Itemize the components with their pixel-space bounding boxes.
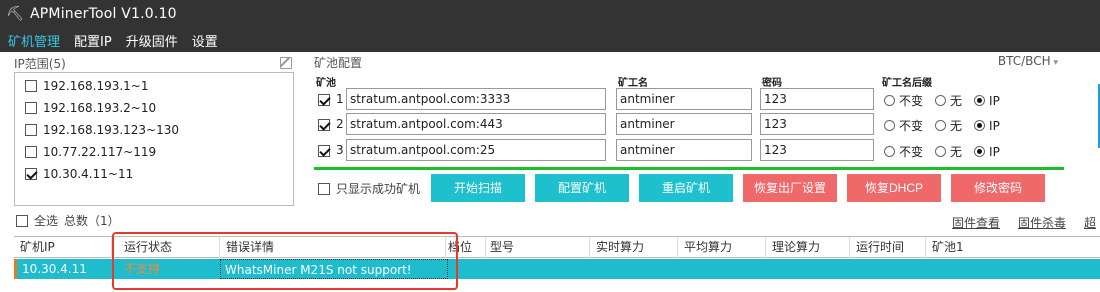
- ip-range-item[interactable]: 192.168.193.1~1: [15, 75, 293, 97]
- only-success-toggle[interactable]: 只显示成功矿机: [318, 180, 420, 197]
- col-header-avg-hashrate[interactable]: 平均算力: [678, 237, 766, 258]
- suffix-radio-group: 不变 无 IP: [884, 117, 1012, 134]
- firmware-check-link[interactable]: 固件查看: [952, 214, 1000, 231]
- app-title: APMinerTool V1.0.10: [30, 6, 177, 22]
- highlight-annotation-box: [112, 232, 458, 290]
- overflow-link[interactable]: 超: [1084, 214, 1096, 231]
- password-input[interactable]: 123: [760, 113, 874, 135]
- radio-unchanged[interactable]: 不变: [884, 143, 923, 160]
- ip-range-item[interactable]: 192.168.193.2~10: [15, 97, 293, 119]
- pool-config-header: 矿池配置 BTC/BCH: [314, 54, 1066, 72]
- worker-name-input[interactable]: antminer: [616, 113, 752, 135]
- coin-select[interactable]: BTC/BCH: [998, 54, 1058, 72]
- pool-url-input[interactable]: stratum.antpool.com:443: [346, 113, 606, 135]
- pool-row: 3 stratum.antpool.com:25 antminer 123 不变…: [316, 139, 1076, 161]
- radio-ip[interactable]: IP: [974, 117, 1000, 134]
- menu-miner-management[interactable]: 矿机管理: [8, 31, 60, 50]
- radio-unchanged[interactable]: 不变: [884, 117, 923, 134]
- radio-ip[interactable]: IP: [974, 92, 1000, 109]
- checkbox[interactable]: [16, 214, 28, 227]
- radio-ip[interactable]: IP: [974, 143, 1000, 160]
- pickaxe-icon: ⛏: [6, 6, 24, 22]
- suffix-radio-group: 不变 无 IP: [884, 92, 1012, 109]
- pool-row: 1 stratum.antpool.com:3333 antminer 123 …: [316, 88, 1076, 110]
- checkbox[interactable]: [25, 146, 37, 158]
- reboot-miner-button[interactable]: 重启矿机: [639, 174, 733, 202]
- worker-name-input[interactable]: antminer: [616, 88, 752, 110]
- worker-name-input[interactable]: antminer: [616, 139, 752, 161]
- ip-range-item[interactable]: 10.77.22.117~119: [15, 141, 293, 163]
- ip-range-item[interactable]: 192.168.193.123~130: [15, 119, 293, 141]
- progress-bar: [314, 167, 1064, 170]
- col-pool-label: 矿池: [316, 78, 336, 89]
- checkbox[interactable]: [25, 124, 37, 136]
- pool-checkbox[interactable]: [318, 145, 330, 157]
- pool-row: 2 stratum.antpool.com:443 antminer 123 不…: [316, 113, 1076, 135]
- pool-config-label: 矿池配置: [314, 56, 363, 70]
- start-scan-button[interactable]: 开始扫描: [431, 174, 525, 202]
- row-marker: [14, 259, 17, 279]
- radio-none[interactable]: 无: [935, 92, 962, 109]
- menu-settings[interactable]: 设置: [192, 31, 218, 50]
- pool-url-input[interactable]: stratum.antpool.com:25: [346, 139, 606, 161]
- menu-upgrade-firmware[interactable]: 升级固件: [126, 31, 178, 50]
- col-header-pool1[interactable]: 矿池1: [926, 237, 1100, 258]
- col-header-model[interactable]: 型号: [484, 237, 590, 258]
- ip-range-item[interactable]: 10.30.4.11~11: [15, 163, 293, 185]
- col-suffix-label: 矿工名后缀: [882, 78, 932, 89]
- title-bar: ⛏ APMinerTool V1.0.10: [0, 0, 1100, 28]
- col-header-theoretical-hashrate[interactable]: 理论算力: [766, 237, 850, 258]
- col-password-label: 密码: [762, 78, 782, 89]
- radio-none[interactable]: 无: [935, 117, 962, 134]
- select-all-toggle[interactable]: 全选 总数（1）: [16, 212, 120, 229]
- col-worker-label: 矿工名: [618, 78, 648, 89]
- restore-dhcp-button[interactable]: 恢复DHCP: [847, 174, 941, 202]
- factory-reset-button[interactable]: 恢复出厂设置: [743, 174, 837, 202]
- ip-range-panel: IP范围(5) 192.168.193.1~1 192.168.193.2~10…: [14, 54, 294, 206]
- pool-checkbox[interactable]: [318, 94, 330, 106]
- ip-range-label: IP范围(5): [14, 56, 66, 71]
- pool-checkbox[interactable]: [318, 119, 330, 131]
- col-header-uptime[interactable]: 运行时间: [850, 237, 926, 258]
- config-miner-button[interactable]: 配置矿机: [535, 174, 629, 202]
- cell-ip: 10.30.4.11: [22, 262, 87, 276]
- firmware-kill-link[interactable]: 固件杀毒: [1018, 214, 1066, 231]
- radio-none[interactable]: 无: [935, 143, 962, 160]
- suffix-radio-group: 不变 无 IP: [884, 143, 1012, 160]
- pool-url-input[interactable]: stratum.antpool.com:3333: [346, 88, 606, 110]
- col-header-realtime-hashrate[interactable]: 实时算力: [590, 237, 678, 258]
- checkbox[interactable]: [318, 182, 330, 195]
- change-password-button[interactable]: 修改密码: [951, 174, 1045, 202]
- radio-unchanged[interactable]: 不变: [884, 92, 923, 109]
- menu-config-ip[interactable]: 配置IP: [74, 31, 112, 50]
- checkbox[interactable]: [25, 80, 37, 92]
- password-input[interactable]: 123: [760, 88, 874, 110]
- edit-icon[interactable]: [280, 57, 292, 69]
- ip-range-list: 192.168.193.1~1 192.168.193.2~10 192.168…: [14, 72, 294, 206]
- password-input[interactable]: 123: [760, 139, 874, 161]
- menu-bar: 矿机管理 配置IP 升级固件 设置: [0, 28, 1100, 52]
- col-header-ip[interactable]: 矿机IP: [14, 237, 112, 258]
- total-count: 总数（1）: [64, 214, 120, 228]
- checkbox-checked[interactable]: [25, 168, 37, 180]
- checkbox[interactable]: [25, 102, 37, 114]
